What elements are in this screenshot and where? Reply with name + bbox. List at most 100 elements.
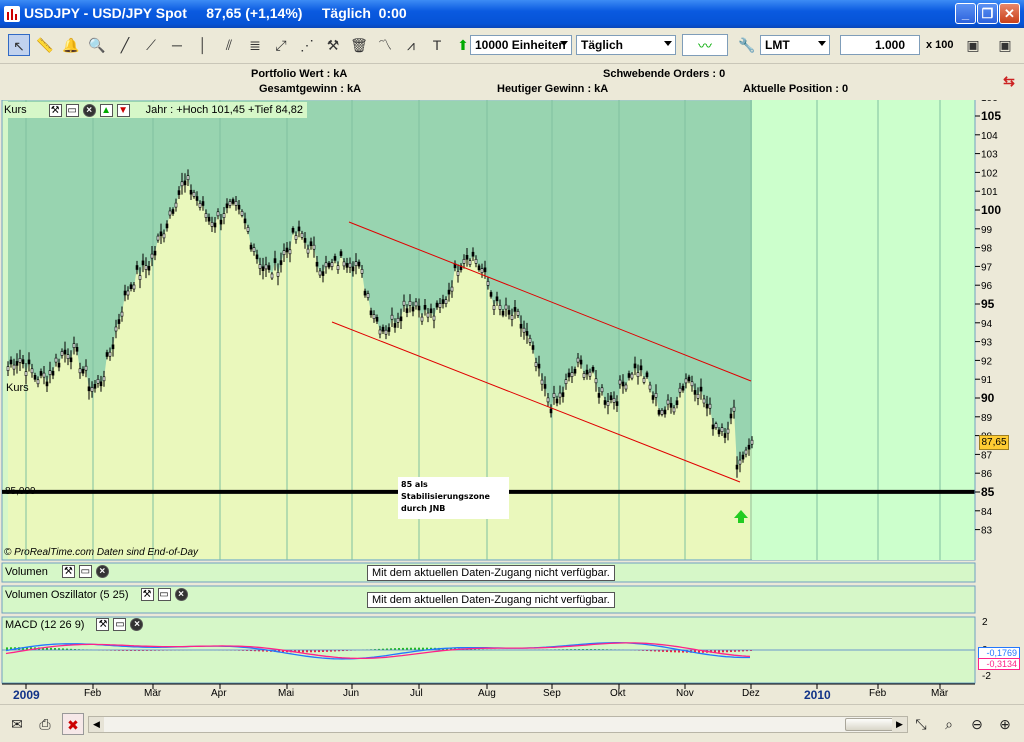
candle-body	[81, 368, 85, 374]
horizontal-line-icon[interactable]: ─	[166, 34, 188, 56]
y-tick-label: 85	[981, 485, 995, 499]
candle-body	[198, 203, 202, 208]
y-tick-label: 97	[981, 262, 993, 273]
segment-tool-icon[interactable]: ╱	[114, 34, 136, 56]
candle-body	[363, 290, 367, 296]
candle-body	[501, 310, 505, 316]
text-tool-icon[interactable]: T	[426, 34, 448, 56]
minimize-button[interactable]: _	[955, 3, 976, 24]
wrench-icon[interactable]: ⚒	[96, 618, 110, 631]
year-range-text: Jahr : +Hoch 101,45 +Tief 84,82	[145, 104, 303, 116]
candle-body	[480, 268, 484, 273]
window-icon[interactable]: ▭	[78, 565, 92, 578]
y-tick-label: 104	[981, 131, 998, 142]
candle-body	[51, 370, 55, 376]
window-icon[interactable]: ▭	[157, 588, 171, 601]
close-panel-icon[interactable]: ×	[174, 588, 188, 601]
volume-panel-header: Volumen ⚒ ▭ ×	[5, 565, 109, 578]
wrench-icon[interactable]: ⚒	[48, 103, 62, 117]
candle-body	[744, 449, 748, 455]
candle-body	[675, 400, 679, 406]
buy-window-icon[interactable]: ▣	[962, 34, 984, 56]
total-profit: Gesamtgewinn : kA	[259, 83, 362, 95]
candle-body	[306, 248, 310, 254]
fibonacci-icon[interactable]: ≣	[244, 34, 266, 56]
wrench-icon[interactable]: ⚒	[140, 588, 154, 601]
candle-body	[207, 216, 211, 222]
vertical-line-icon[interactable]: │	[192, 34, 214, 56]
price-side-label: Kurs	[6, 382, 29, 394]
ruler-icon[interactable]: 📏	[34, 34, 56, 56]
y-tick-label: 91	[981, 375, 993, 386]
tools-icon[interactable]: ⚒	[322, 34, 344, 56]
trash-icon[interactable]: 🗑	[348, 34, 370, 56]
zoom-in-icon[interactable]: ⊕	[994, 713, 1016, 735]
wrench-icon[interactable]: 🔧	[736, 34, 758, 56]
price-panel-header: Kurs ⚒ ▭ × ▲ ▼ Jahr : +Hoch 101,45 +Tief…	[4, 102, 307, 118]
candle-body	[732, 406, 736, 412]
candle-body	[417, 305, 421, 311]
window-icon[interactable]: ▭	[113, 618, 127, 631]
print-icon[interactable]: ⎙	[34, 713, 56, 735]
fan-tool-icon[interactable]: ⋰	[296, 34, 318, 56]
chart-style-icon[interactable]: 〰	[682, 34, 728, 56]
order-type-select[interactable]: LMT	[760, 35, 830, 55]
alarm-bell-icon[interactable]: 🔔	[60, 34, 82, 56]
line-tool-icon[interactable]: ⟋	[140, 34, 162, 56]
indicator-icon[interactable]: 〽	[374, 34, 396, 56]
arrow-tool-icon[interactable]: ⤢	[270, 34, 292, 56]
candle-body	[357, 261, 361, 267]
scroll-left-icon[interactable]: ◀	[89, 717, 104, 732]
x-tick-label: Mär	[144, 688, 162, 699]
scroll-right-icon[interactable]: ▶	[892, 717, 907, 732]
email-icon[interactable]: ✉	[6, 713, 28, 735]
x-tick-label: Mai	[278, 688, 295, 699]
wrench-icon[interactable]: ⚒	[61, 565, 75, 578]
maximize-button[interactable]: ❐	[977, 3, 998, 24]
chart-canvas: 106 105 104 103 102 101 100 99 98 97 96 95 94 93 92 91 9…	[1, 100, 1001, 689]
zoom-out-icon[interactable]: ⊖	[966, 713, 988, 735]
close-panel-icon[interactable]: ×	[95, 565, 109, 578]
annotation-box[interactable]: 85 als Stabilisierungszone durch JNB	[398, 477, 509, 519]
zigzag-icon[interactable]: ⩘	[400, 34, 422, 56]
candle-body	[540, 379, 544, 385]
channel-tool-icon[interactable]: ⫽	[218, 34, 240, 56]
close-panel-icon[interactable]: ×	[82, 103, 96, 117]
candle-body	[582, 373, 586, 378]
candle-body	[645, 372, 649, 378]
candle-body	[114, 326, 118, 332]
zoom-range-icon[interactable]: ⤡	[910, 713, 932, 735]
scroll-thumb[interactable]	[845, 718, 895, 731]
delete-tool-icon[interactable]: ✖	[62, 713, 84, 735]
pointer-icon[interactable]: ↖	[8, 34, 30, 56]
refresh-icon[interactable]: ⇆	[998, 70, 1020, 92]
candle-body	[750, 439, 754, 445]
units-select[interactable]: 10000 Einheiten	[470, 35, 572, 55]
horizontal-scrollbar[interactable]: ◀ ▶	[88, 716, 908, 733]
zoom-fit-icon[interactable]: ⌕	[938, 713, 960, 735]
close-button[interactable]: ✕	[999, 3, 1020, 24]
zoom-icon[interactable]: 🔍	[86, 34, 108, 56]
candle-body	[483, 267, 487, 273]
candle-body	[330, 262, 334, 267]
candle-body	[396, 318, 400, 323]
y-tick-label: 103	[981, 150, 998, 161]
move-down-icon[interactable]: ▼	[116, 103, 130, 117]
candle-body	[624, 384, 628, 390]
period-select[interactable]: Täglich	[576, 35, 676, 55]
window-icon[interactable]: ▭	[65, 103, 79, 117]
copyright-text: © ProRealTime.com Daten sind End-of-Day	[4, 547, 199, 558]
x-tick-label: Jul	[410, 688, 423, 699]
quantity-input[interactable]: 1.000	[840, 35, 920, 55]
candle-body	[726, 428, 730, 434]
sell-window-icon[interactable]: ▣	[994, 34, 1016, 56]
candle-body	[324, 262, 328, 268]
close-panel-icon[interactable]: ×	[130, 618, 144, 631]
candle-body	[438, 303, 442, 308]
pending-orders: Schwebende Orders : 0	[603, 68, 726, 80]
candle-body	[243, 218, 247, 224]
candle-body	[210, 222, 214, 227]
x-tick-label: Nov	[676, 688, 694, 699]
candle-body	[294, 235, 298, 240]
move-up-icon[interactable]: ▲	[99, 103, 113, 117]
